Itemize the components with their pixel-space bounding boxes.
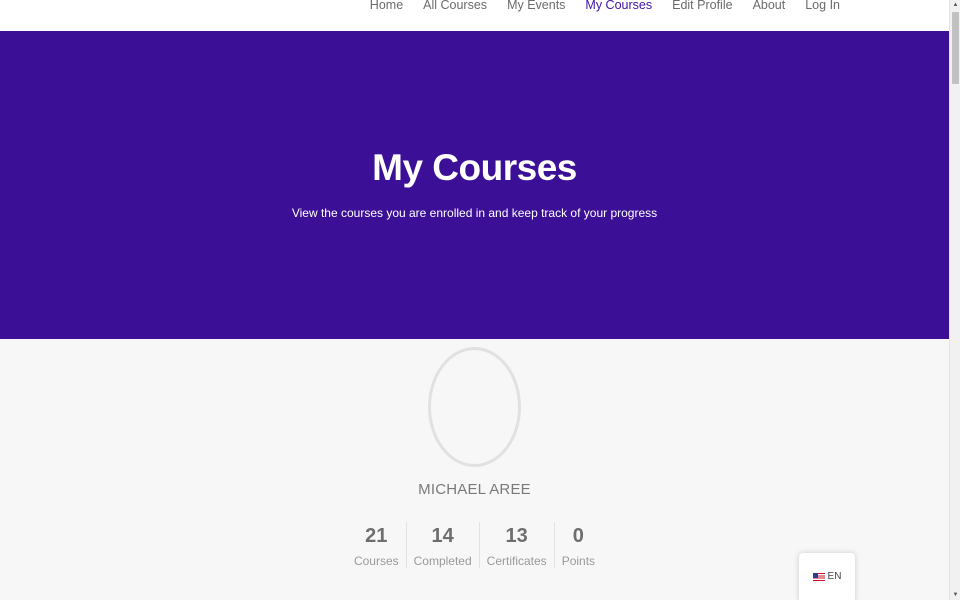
profile-name: MICHAEL AREE (418, 481, 531, 498)
stat-value: 21 (365, 525, 388, 547)
avatar (428, 347, 521, 467)
scroll-down-arrow-icon[interactable]: ▼ (950, 590, 960, 600)
scroll-up-arrow-icon[interactable]: ▲ (950, 0, 960, 10)
nav-log-in-link[interactable]: Log In (805, 0, 840, 12)
stat-value: 0 (572, 525, 584, 547)
language-code: EN (827, 571, 842, 582)
vertical-scrollbar[interactable]: ▲ ▼ (949, 0, 960, 600)
stat-label: Completed (413, 554, 472, 568)
stat-label: Courses (353, 554, 399, 568)
nav-about-link[interactable]: About (753, 0, 786, 12)
hero-banner: My Courses View the courses you are enro… (0, 31, 949, 339)
top-navigation-bar: Home All Courses My Events My Courses Ed… (0, 0, 949, 31)
stat-label: Certificates (486, 554, 547, 568)
nav-edit-profile-link[interactable]: Edit Profile (672, 0, 732, 12)
nav-home-link[interactable]: Home (370, 0, 403, 12)
nav-my-courses-link[interactable]: My Courses (585, 0, 652, 12)
stat-value: 14 (431, 525, 454, 547)
scrollbar-thumb[interactable] (952, 12, 959, 84)
language-switcher[interactable]: EN (799, 553, 855, 600)
stat-completed: 14 Completed (405, 522, 479, 568)
page-subtitle: View the courses you are enrolled in and… (291, 206, 658, 220)
nav-all-courses-link[interactable]: All Courses (423, 0, 487, 12)
stat-certificates: 13 Certificates (478, 522, 554, 568)
nav-my-events-link[interactable]: My Events (507, 0, 565, 12)
main-nav: Home All Courses My Events My Courses Ed… (350, 0, 840, 12)
stat-label: Points (561, 554, 596, 568)
us-flag-icon (812, 573, 825, 581)
stat-points: 0 Points (553, 522, 602, 568)
stat-courses: 21 Courses (347, 522, 406, 568)
page-title: My Courses (372, 147, 577, 188)
page: Home All Courses My Events My Courses Ed… (0, 0, 949, 600)
stat-value: 13 (505, 525, 528, 547)
